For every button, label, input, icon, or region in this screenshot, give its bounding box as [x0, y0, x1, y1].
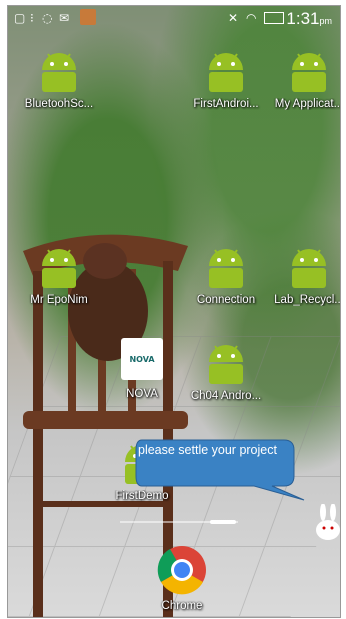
page-indicator [120, 520, 238, 524]
android-icon [42, 249, 76, 288]
nova-logo-icon: NOVA [121, 338, 163, 380]
app-nova[interactable]: NOVA NOVA [99, 338, 185, 400]
app-myapplication[interactable]: My Applicat... [266, 48, 341, 110]
app-labrecycl[interactable]: Lab_Recycl... [266, 244, 341, 306]
app-label: NOVA [126, 388, 158, 400]
menu-dots-icon: ⁝ [30, 11, 34, 25]
chrome-icon [157, 546, 206, 595]
android-icon [292, 53, 326, 92]
app-label: BluetoohSc... [24, 98, 94, 110]
app-label: FirstAndroi... [193, 98, 259, 110]
android-icon [209, 249, 243, 288]
app-connection[interactable]: Connection [183, 244, 269, 306]
notification-icon: ▢ [14, 11, 26, 25]
status-bar: ▢ ⁝ ◌ ✉ ✕ ◠ 1:31pm [8, 6, 340, 30]
android-icon [292, 249, 326, 288]
app-label: My Applicat... [274, 98, 341, 110]
gmail-icon: ✉ [59, 11, 70, 25]
avatar-icon [80, 9, 96, 25]
app-label: Mr EpoNim [30, 294, 88, 306]
app-label: Connection [196, 294, 256, 306]
clock: 1:31pm [286, 9, 332, 28]
app-label: Chrome [161, 600, 203, 612]
app-mrepo[interactable]: Mr EpoNim [16, 244, 102, 306]
app-firstandroid[interactable]: FirstAndroi... [183, 48, 269, 110]
rabbit-sticker [313, 503, 340, 542]
chat-icon: ◌ [42, 11, 53, 25]
android-icon [209, 53, 243, 92]
android-icon [42, 53, 76, 92]
home-screen: ▢ ⁝ ◌ ✉ ✕ ◠ 1:31pm BluetoohSc... FirstAn… [7, 5, 341, 618]
dock-chrome[interactable]: Chrome [139, 544, 225, 612]
toast-message: please settle your project [138, 443, 277, 457]
android-icon [209, 345, 243, 384]
app-label: Lab_Recycl... [274, 294, 341, 306]
app-ch04[interactable]: Ch04 Andro... [183, 340, 269, 402]
battery-icon [264, 12, 284, 24]
wifi-icon: ◠ [246, 11, 257, 25]
mute-icon: ✕ [228, 11, 239, 25]
app-label: Ch04 Andro... [190, 390, 262, 402]
app-bluetooth[interactable]: BluetoohSc... [16, 48, 102, 110]
